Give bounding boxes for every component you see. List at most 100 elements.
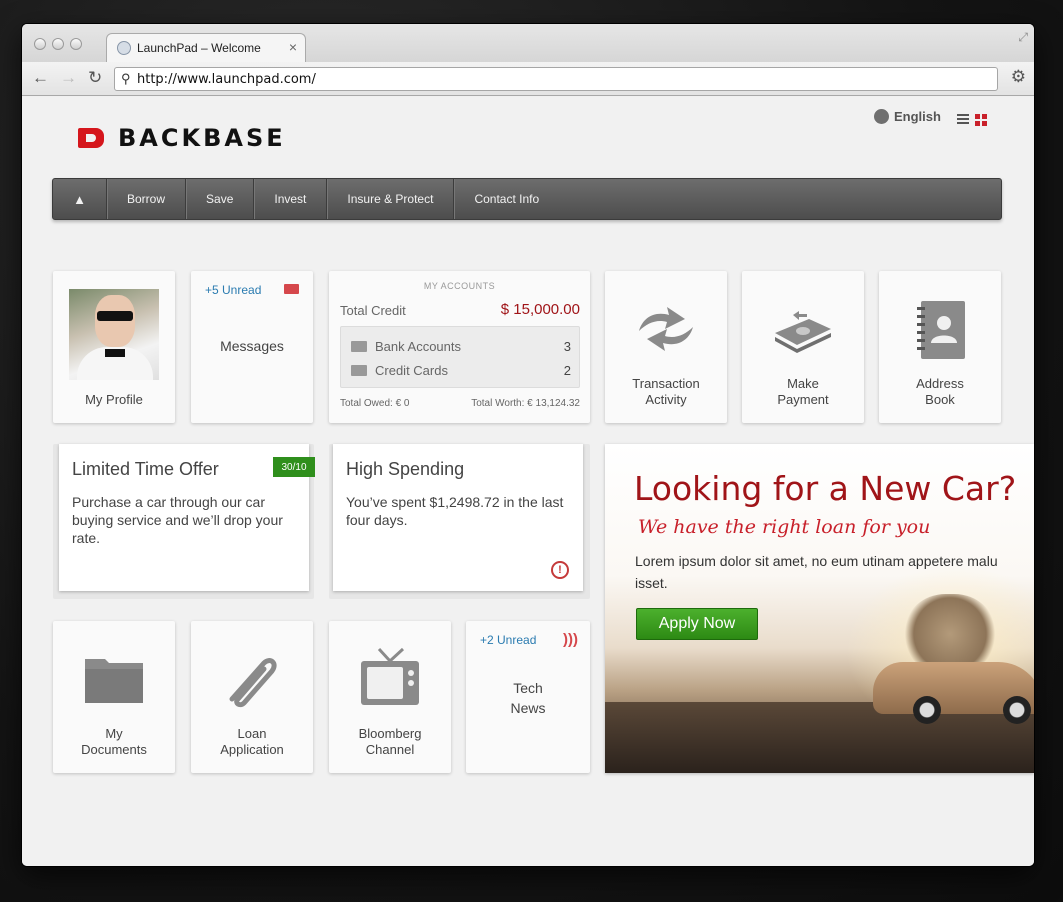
credit-cards-label: Credit Cards	[375, 363, 448, 378]
back-arrow-icon[interactable]: ←	[32, 68, 49, 88]
messages-label: Messages	[220, 338, 284, 354]
tab-title: LaunchPad – Welcome	[137, 41, 261, 55]
view-switcher	[957, 114, 987, 126]
loan-application-widget[interactable]: Loan Application	[191, 621, 313, 773]
url-text[interactable]: http://www.launchpad.com/	[137, 72, 316, 87]
high-spending-widget[interactable]: High Spending You’ve spent $1,2498.72 in…	[333, 444, 583, 591]
credit-card-icon	[351, 365, 367, 376]
tech-news-widget[interactable]: +2 Unread ))) Tech News	[466, 621, 590, 773]
home-icon[interactable]: ▲	[53, 179, 107, 219]
tab-close-icon[interactable]: ×	[289, 39, 297, 55]
list-view-icon[interactable]	[957, 114, 969, 126]
offer-title: Limited Time Offer	[72, 459, 219, 479]
credit-cards-row[interactable]: Credit Cards 2	[351, 363, 571, 378]
minimize-window-button[interactable]	[52, 38, 64, 50]
loan-line2: Application	[220, 742, 284, 757]
money-stack-icon	[775, 311, 831, 353]
address-book-icon	[917, 301, 965, 359]
address-line1: Address	[916, 376, 964, 391]
browser-tab[interactable]: LaunchPad – Welcome ×	[106, 33, 306, 62]
documents-line1: My	[105, 726, 123, 741]
backbase-logo[interactable]: BACKBASE	[78, 124, 286, 152]
bloomberg-line2: Channel	[365, 742, 415, 757]
page-content: BACKBASE English ▲ Borrow Save Invest In…	[22, 97, 1034, 866]
account-summary-box: Bank Accounts 3 Credit Cards 2	[340, 326, 580, 388]
browser-toolbar: ← → ↻ ⚲ http://www.launchpad.com/ ⚙	[22, 62, 1034, 96]
wrench-icon[interactable]: ⚙	[1011, 67, 1026, 87]
profile-widget[interactable]: My Profile	[53, 271, 175, 423]
browser-window: LaunchPad – Welcome × ⤢ ← → ↻ ⚲ http://w…	[22, 24, 1034, 866]
messages-widget[interactable]: +5 Unread Messages	[191, 271, 313, 423]
bloomberg-line1: Bloomberg	[358, 726, 422, 741]
total-credit-value: $ 15,000.00	[500, 301, 580, 318]
globe-icon	[874, 109, 889, 124]
rss-icon: )))	[563, 631, 578, 648]
transaction-activity-widget[interactable]: Transaction Activity	[605, 271, 727, 423]
alert-icon[interactable]: !	[551, 561, 569, 579]
nav-save[interactable]: Save	[186, 179, 255, 219]
transaction-line1: Transaction	[632, 376, 700, 391]
search-icon: ⚲	[121, 71, 131, 86]
bank-accounts-count: 3	[563, 339, 571, 354]
tech-news-unread-count[interactable]: +2 Unread	[480, 633, 536, 647]
documents-line2: Documents	[81, 742, 147, 757]
loan-line1: Loan	[237, 726, 267, 741]
tech-news-line1: Tech	[513, 680, 543, 696]
briefcase-icon	[351, 341, 367, 352]
language-selector[interactable]: English	[874, 109, 941, 124]
spending-title: High Spending	[346, 459, 465, 479]
offer-body: Purchase a car through our car buying se…	[72, 494, 283, 546]
forward-arrow-icon[interactable]: →	[60, 68, 77, 88]
nav-contact-info[interactable]: Contact Info	[454, 179, 559, 219]
folder-icon	[85, 659, 143, 703]
logo-mark-icon	[78, 128, 104, 148]
grid-view-icon[interactable]	[975, 114, 987, 126]
payment-line2: Payment	[777, 392, 829, 407]
offer-ribbon: 30/10	[273, 457, 315, 477]
my-documents-widget[interactable]: My Documents	[53, 621, 175, 773]
banner-body: Lorem ipsum dolor sit amet, no eum utina…	[635, 553, 998, 591]
credit-cards-count: 2	[563, 363, 571, 378]
exchange-arrows-icon	[639, 307, 693, 351]
accounts-heading: MY ACCOUNTS	[423, 281, 496, 291]
accounts-widget[interactable]: MY ACCOUNTS Total Credit $ 15,000.00 Ban…	[329, 271, 590, 423]
mail-icon	[284, 284, 299, 294]
paperclip-icon	[229, 658, 277, 708]
address-book-widget[interactable]: Address Book	[879, 271, 1001, 423]
language-label: English	[894, 109, 941, 124]
make-payment-widget[interactable]: Make Payment	[742, 271, 864, 423]
limited-offer-frame: Limited Time Offer 30/10 Purchase a car …	[53, 444, 315, 599]
fullscreen-icon[interactable]: ⤢	[1018, 30, 1028, 45]
apply-now-button[interactable]: Apply Now	[636, 608, 758, 640]
globe-favicon-icon	[117, 41, 131, 55]
nav-invest[interactable]: Invest	[254, 179, 328, 219]
nav-borrow[interactable]: Borrow	[107, 179, 187, 219]
tab-strip: LaunchPad – Welcome × ⤢	[22, 24, 1034, 62]
bank-accounts-row[interactable]: Bank Accounts 3	[351, 339, 571, 354]
total-credit-label: Total Credit	[340, 303, 406, 318]
tech-news-line2: News	[510, 700, 546, 716]
address-bar[interactable]: ⚲ http://www.launchpad.com/	[114, 67, 998, 91]
banner-title: Looking for a New Car?	[634, 469, 1017, 508]
zoom-window-button[interactable]	[70, 38, 82, 50]
nav-insure-protect[interactable]: Insure & Protect	[327, 179, 455, 219]
payment-line1: Make	[787, 376, 819, 391]
transaction-line2: Activity	[645, 392, 687, 407]
limited-offer-widget[interactable]: Limited Time Offer 30/10 Purchase a car …	[59, 444, 315, 591]
profile-avatar	[69, 289, 159, 380]
address-line2: Book	[925, 392, 955, 407]
car-loan-banner[interactable]: Looking for a New Car? We have the right…	[605, 444, 1034, 773]
spending-body: You’ve spent $1,2498.72 in the last four…	[346, 494, 564, 528]
window-controls	[34, 38, 82, 50]
banner-subtitle: We have the right loan for you	[638, 516, 931, 538]
main-navigation: ▲ Borrow Save Invest Insure & Protect Co…	[52, 178, 1002, 220]
reload-icon[interactable]: ↻	[88, 68, 102, 88]
close-window-button[interactable]	[34, 38, 46, 50]
logo-text: BACKBASE	[118, 124, 286, 152]
car-image	[873, 662, 1034, 724]
total-owed: Total Owed: € 0	[340, 398, 410, 409]
profile-label: My Profile	[85, 392, 143, 407]
total-worth: Total Worth: € 13,124.32	[471, 398, 580, 409]
messages-unread-count[interactable]: +5 Unread	[205, 283, 261, 297]
bloomberg-channel-widget[interactable]: Bloomberg Channel	[329, 621, 451, 773]
